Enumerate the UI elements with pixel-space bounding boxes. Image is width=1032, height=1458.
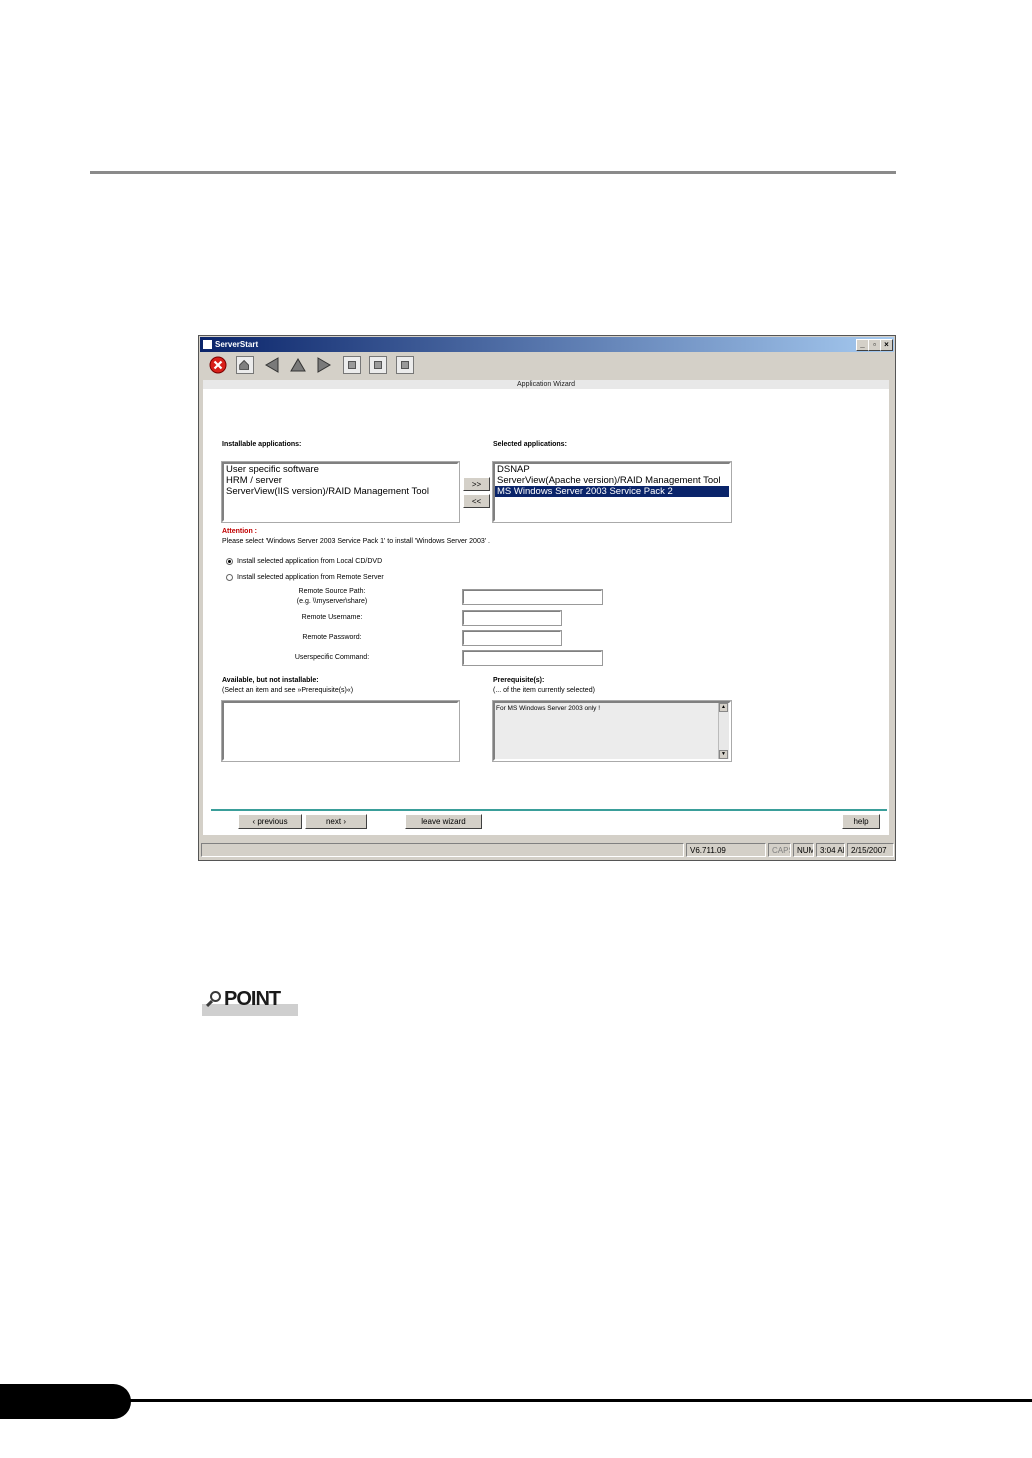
app-icon (203, 340, 212, 349)
installable-label: Installable applications: (222, 441, 302, 448)
next-button[interactable]: next › (305, 814, 367, 829)
userspecific-command-input[interactable] (462, 650, 603, 666)
wizard-header: Application Wizard (203, 380, 889, 389)
attention-text: Please select 'Windows Server 2003 Servi… (222, 538, 490, 545)
list-item[interactable]: DSNAP (495, 464, 729, 475)
print-icon[interactable] (369, 356, 387, 374)
attention-title: Attention : (222, 528, 257, 535)
close-window-button[interactable]: × (880, 339, 893, 351)
userspecific-command-label: Userspecific Command: (294, 654, 370, 661)
back-icon[interactable] (263, 356, 281, 374)
bottom-rule (120, 1399, 1032, 1402)
prerequisite-hint: (... of the item currently selected) (493, 687, 595, 694)
remote-username-label: Remote Username: (301, 614, 363, 621)
selected-listbox[interactable]: DSNAP ServerView(Apache version)/RAID Ma… (492, 461, 732, 523)
previous-button[interactable]: ‹ previous (238, 814, 302, 829)
status-message (201, 843, 684, 857)
toolbar (200, 352, 894, 378)
remove-application-button[interactable]: << (463, 494, 490, 508)
remote-password-input[interactable] (462, 630, 562, 646)
point-badge: POINT (202, 984, 300, 1018)
prerequisite-scrollbar[interactable]: ▲ ▼ (718, 703, 729, 759)
unavailable-label: Available, but not installable: (222, 677, 319, 684)
home-icon[interactable] (236, 356, 254, 374)
prerequisite-text: For MS Windows Server 2003 only ! (496, 705, 601, 712)
num-indicator: NUM (793, 843, 814, 857)
list-item[interactable]: HRM / server (224, 475, 457, 486)
status-bar: V6.711.09 CAPS NUM 3:04 AM 2/15/2007 (200, 841, 894, 859)
remote-source-input[interactable] (462, 589, 603, 605)
radio-remote-install[interactable] (226, 574, 233, 581)
window-icon[interactable] (343, 356, 361, 374)
scroll-down-arrow-icon[interactable]: ▼ (719, 750, 728, 759)
add-application-button[interactable]: >> (463, 477, 490, 491)
remote-source-label: Remote Source Path: (298, 588, 366, 595)
remote-username-input[interactable] (462, 610, 562, 626)
radio-local-install[interactable] (226, 558, 233, 565)
remote-password-label: Remote Password: (302, 634, 362, 641)
serverstart-window: ServerStart _ ▫ × Application Wizard Ins… (198, 335, 896, 861)
caps-indicator: CAPS (768, 843, 791, 857)
unavailable-hint: (Select an item and see »Prerequisite(s)… (222, 687, 354, 694)
selected-label: Selected applications: (493, 441, 567, 448)
radio-local-label: Install selected application from Local … (237, 558, 383, 565)
prerequisite-textarea[interactable]: For MS Windows Server 2003 only ! ▲ ▼ (492, 700, 732, 762)
footer-separator (211, 809, 887, 811)
stop-icon[interactable] (209, 356, 227, 374)
prerequisite-label: Prerequisite(s): (493, 677, 545, 684)
list-item-selected[interactable]: MS Windows Server 2003 Service Pack 2 (495, 486, 729, 497)
up-icon[interactable] (289, 356, 307, 374)
forward-icon[interactable] (315, 356, 333, 374)
version-text: V6.711.09 (686, 843, 766, 857)
help-button[interactable]: help (842, 814, 880, 829)
time-text: 3:04 AM (816, 843, 845, 857)
unavailable-listbox[interactable] (221, 700, 460, 762)
point-label: POINT (224, 988, 281, 1010)
page-number-tab (0, 1384, 131, 1419)
list-item[interactable]: ServerView(Apache version)/RAID Manageme… (495, 475, 729, 486)
grid-icon[interactable] (396, 356, 414, 374)
list-item[interactable]: ServerView(IIS version)/RAID Management … (224, 486, 457, 497)
title-bar: ServerStart _ ▫ × (200, 337, 894, 352)
list-item[interactable]: User specific software (224, 464, 457, 475)
wizard-content: Application Wizard Installable applicati… (203, 380, 889, 835)
scroll-up-arrow-icon[interactable]: ▲ (719, 703, 728, 712)
date-text: 2/15/2007 (847, 843, 894, 857)
radio-remote-label: Install selected application from Remote… (237, 574, 384, 581)
remote-source-hint: (e.g. \\myserver\share) (296, 598, 368, 605)
installable-listbox[interactable]: User specific software HRM / server Serv… (221, 461, 460, 523)
window-title: ServerStart (215, 340, 259, 349)
leave-wizard-button[interactable]: leave wizard (405, 814, 482, 829)
top-rule (90, 171, 896, 174)
